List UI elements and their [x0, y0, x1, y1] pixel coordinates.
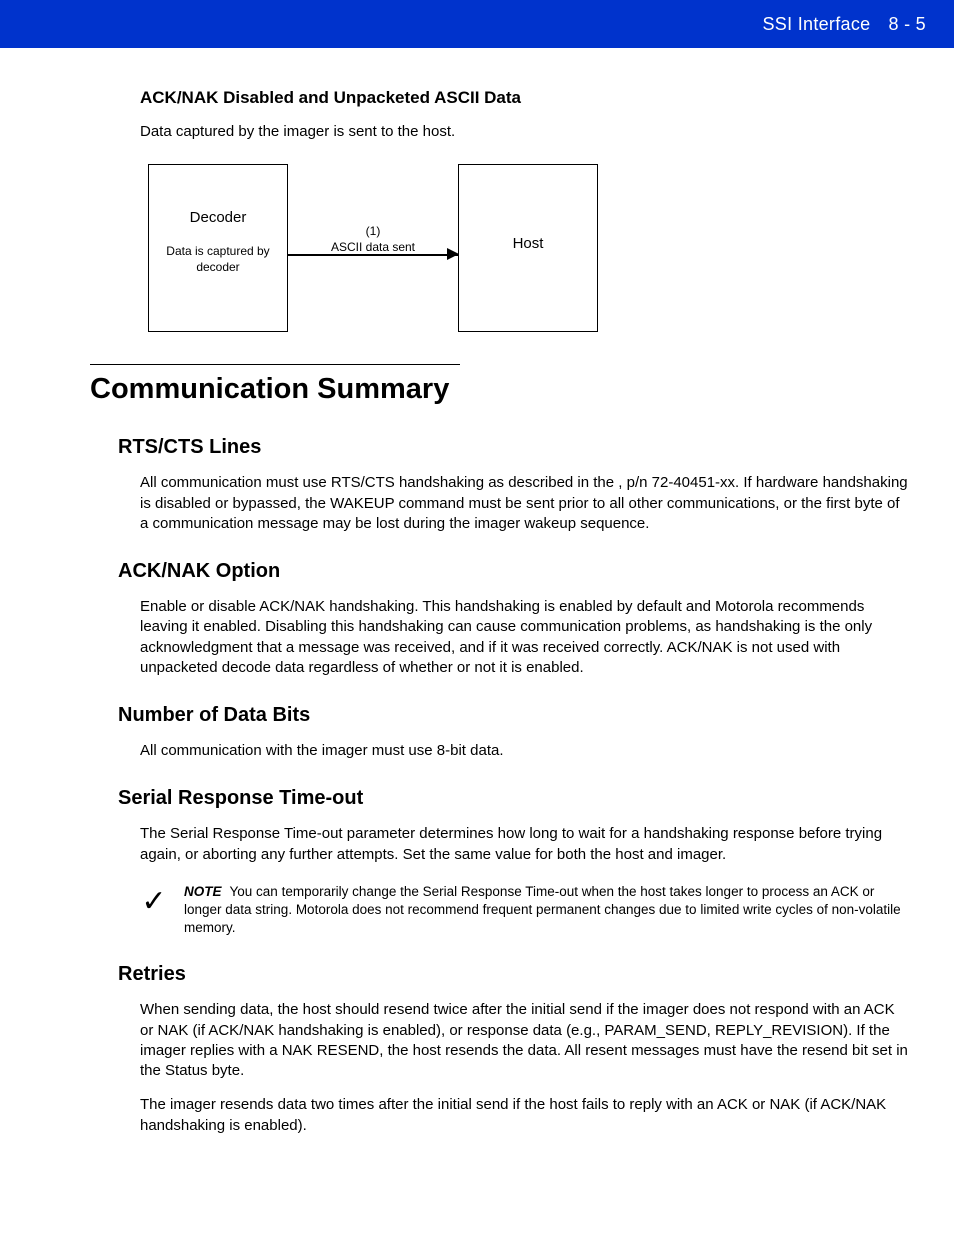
arrow-label: ASCII data sent	[288, 240, 458, 254]
heading-acknak-option: ACK/NAK Option	[118, 560, 918, 583]
text-data-bits: All communication with the imager must u…	[140, 741, 908, 761]
diagram-host-box: Host	[458, 164, 598, 332]
page-header: SSI Interface 8 - 5	[0, 0, 954, 48]
diagram-arrow: (1) ASCII data sent	[288, 224, 458, 254]
note-text: You can temporarily change the Serial Re…	[184, 884, 901, 935]
text-serial-timeout: The Serial Response Time-out parameter d…	[140, 824, 908, 865]
note-label: NOTE	[184, 884, 222, 899]
text-rts-cts: All communication must use RTS/CTS hands…	[140, 473, 908, 534]
heading-retries: Retries	[118, 963, 918, 986]
section-text: Data captured by the imager is sent to t…	[140, 122, 918, 142]
heading-data-bits: Number of Data Bits	[118, 704, 918, 727]
header-chapter: SSI Interface	[763, 14, 871, 35]
note-block: ✓ NOTEYou can temporarily change the Ser…	[140, 883, 918, 938]
section-heading-acknak-disabled: ACK/NAK Disabled and Unpacketed ASCII Da…	[140, 88, 918, 108]
header-page-number: 8 - 5	[888, 14, 926, 35]
decoder-title: Decoder	[149, 209, 287, 226]
text-retries-1: When sending data, the host should resen…	[140, 1000, 908, 1081]
host-title: Host	[459, 235, 597, 252]
note-body: NOTEYou can temporarily change the Seria…	[184, 883, 918, 938]
main-heading: Communication Summary	[90, 373, 918, 406]
section-divider	[90, 364, 460, 365]
diagram-decoder-box: Decoder Data is captured by decoder	[148, 164, 288, 332]
checkmark-icon: ✓	[140, 887, 168, 917]
heading-serial-timeout: Serial Response Time-out	[118, 787, 918, 810]
text-retries-2: The imager resends data two times after …	[140, 1095, 908, 1136]
text-acknak-option: Enable or disable ACK/NAK handshaking. T…	[140, 597, 908, 678]
heading-rts-cts: RTS/CTS Lines	[118, 436, 918, 459]
decoder-subtitle: Data is captured by decoder	[149, 244, 287, 275]
flow-diagram: Decoder Data is captured by decoder (1) …	[148, 164, 918, 334]
arrow-number: (1)	[288, 224, 458, 238]
